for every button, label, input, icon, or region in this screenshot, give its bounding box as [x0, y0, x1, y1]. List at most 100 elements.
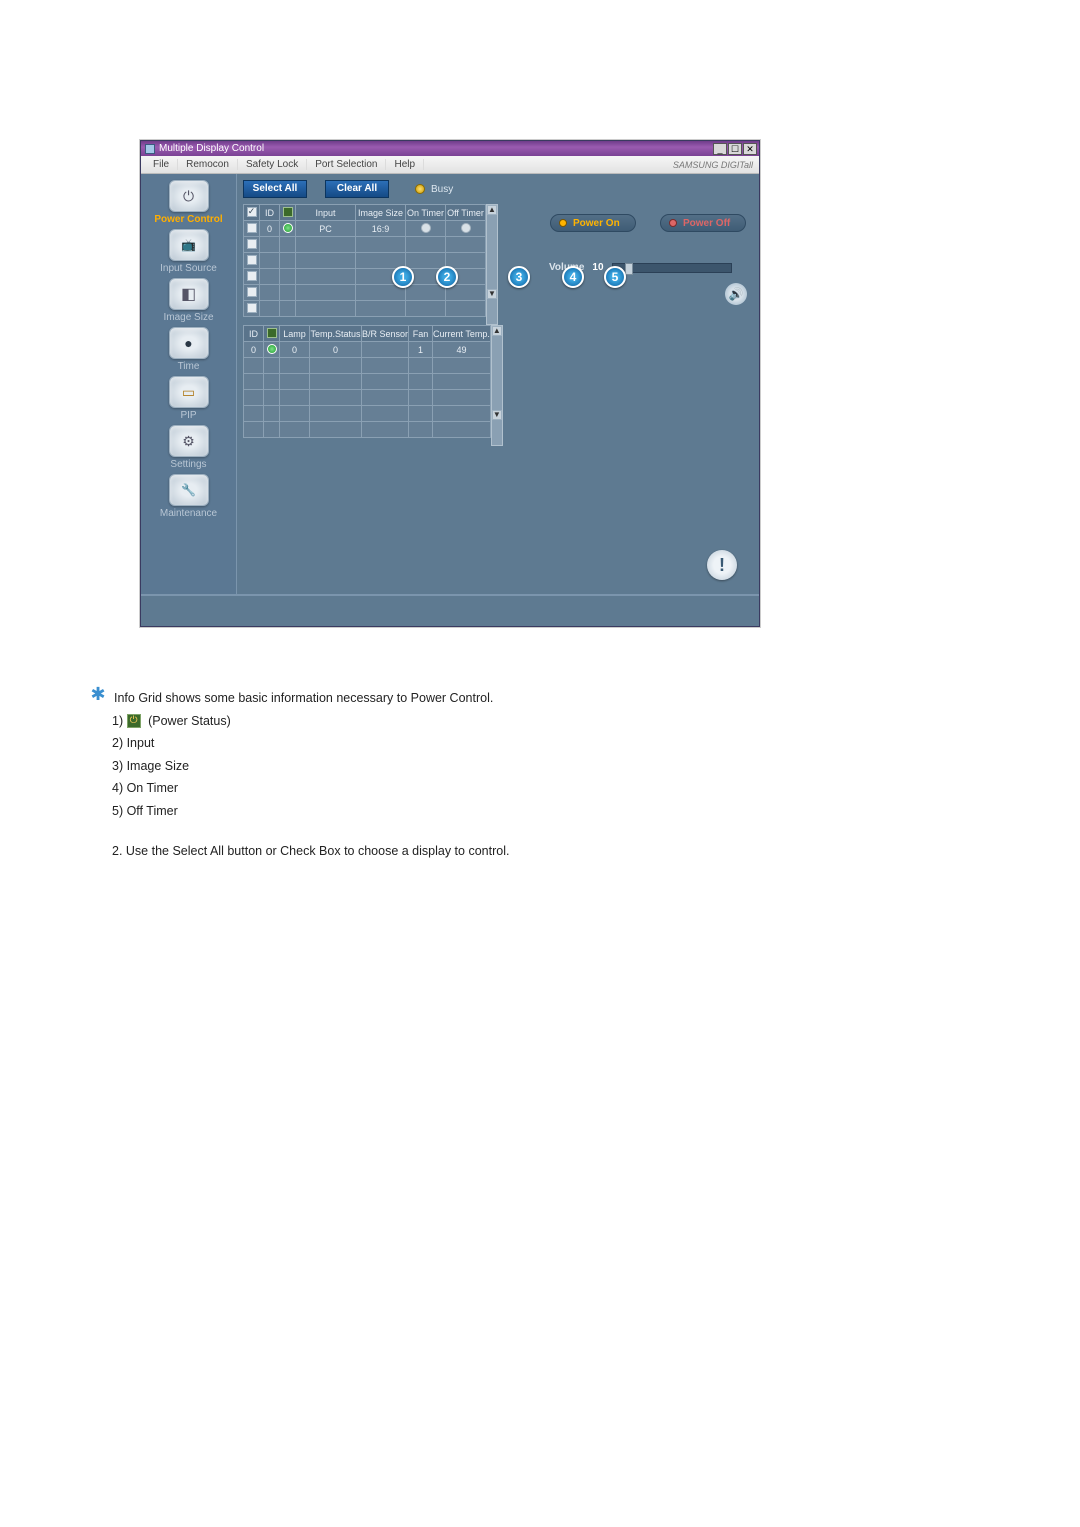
brand-label: SAMSUNG DIGITall [673, 160, 759, 170]
speaker-icon: 🔊 [729, 287, 744, 301]
menu-safety-lock[interactable]: Safety Lock [238, 159, 307, 170]
callout-1: 1 [392, 266, 414, 288]
menu-file[interactable]: File [145, 159, 178, 170]
description-block: ✱ Info Grid shows some basic information… [90, 687, 990, 863]
table-header-row: ID Input Image Size On Timer Off Timer [244, 205, 486, 221]
scrollbar[interactable]: ▲ ▼ [486, 204, 498, 325]
speaker-button[interactable]: 🔊 [725, 283, 747, 305]
sidebar-item-label: Input Source [147, 263, 231, 274]
list-1-prefix: 1) [112, 714, 123, 728]
volume-slider[interactable] [612, 263, 732, 273]
col-br-sensor: B/R Sensor [362, 326, 409, 342]
app-window: Multiple Display Control _ ☐ ✕ File Remo… [140, 140, 760, 627]
power-status-icon [283, 223, 293, 233]
clear-all-button[interactable]: Clear All [325, 180, 389, 198]
power-on-dot-icon [559, 219, 567, 227]
time-icon [169, 327, 209, 359]
row-checkbox[interactable] [247, 239, 257, 249]
sidebar-item-label: PIP [147, 410, 231, 421]
col-id: ID [244, 326, 264, 342]
power-off-label: Power Off [683, 218, 730, 229]
table-row[interactable] [244, 301, 486, 317]
info-grid-bottom: ID Lamp Temp.Status B/R Sensor Fan Curre… [243, 325, 491, 438]
scroll-up-button[interactable]: ▲ [492, 326, 502, 336]
window-title: Multiple Display Control [159, 143, 264, 154]
scroll-down-button[interactable]: ▼ [487, 289, 497, 299]
image-size-icon [169, 278, 209, 310]
sidebar-item-settings[interactable]: Settings [147, 425, 231, 470]
power-status-icon [267, 344, 277, 354]
on-timer-indicator [421, 223, 431, 233]
select-all-button[interactable]: Select All [243, 180, 307, 198]
scroll-up-button[interactable]: ▲ [487, 205, 497, 215]
row-checkbox[interactable] [247, 287, 257, 297]
sidebar-item-time[interactable]: Time [147, 327, 231, 372]
app-icon [145, 144, 155, 154]
sidebar-item-maintenance[interactable]: Maintenance [147, 474, 231, 519]
col-id: ID [260, 205, 280, 221]
power-on-button[interactable]: Power On [550, 214, 636, 232]
row-checkbox[interactable] [247, 255, 257, 265]
power-off-button[interactable]: Power Off [660, 214, 746, 232]
sidebar-item-label: Time [147, 361, 231, 372]
sidebar-item-power-control[interactable]: Power Control [147, 180, 231, 225]
table-row[interactable] [244, 358, 491, 374]
cell-id: 0 [260, 221, 280, 237]
col-image-size: Image Size [356, 205, 406, 221]
scroll-down-button[interactable]: ▼ [492, 410, 502, 420]
menu-port-selection[interactable]: Port Selection [307, 159, 386, 170]
row-checkbox[interactable] [247, 271, 257, 281]
table-row[interactable]: 0 PC 16:9 [244, 221, 486, 237]
sidebar-item-label: Settings [147, 459, 231, 470]
power-status-header-icon [283, 207, 293, 217]
sidebar-item-input-source[interactable]: Input Source [147, 229, 231, 274]
maximize-button[interactable]: ☐ [728, 143, 742, 155]
callout-numbers: 1 2 3 4 5 [392, 266, 626, 288]
table-row[interactable]: 0 0 0 1 49 [244, 342, 491, 358]
maintenance-icon [169, 474, 209, 506]
sidebar-item-label: Maintenance [147, 508, 231, 519]
off-timer-indicator [461, 223, 471, 233]
table-row[interactable] [244, 374, 491, 390]
col-input: Input [296, 205, 356, 221]
minimize-button[interactable]: _ [713, 143, 727, 155]
table-header-row: ID Lamp Temp.Status B/R Sensor Fan Curre… [244, 326, 491, 342]
busy-dot-icon [415, 184, 425, 194]
sidebar-item-pip[interactable]: PIP [147, 376, 231, 421]
pip-icon [169, 376, 209, 408]
callout-4: 4 [562, 266, 584, 288]
col-lamp: Lamp [280, 326, 310, 342]
table-row[interactable] [244, 237, 486, 253]
description-intro: Info Grid shows some basic information n… [114, 687, 493, 710]
menu-remocon[interactable]: Remocon [178, 159, 238, 170]
sidebar-item-label: Image Size [147, 312, 231, 323]
list-5: 5) Off Timer [112, 800, 990, 823]
cell-image-size: 16:9 [356, 221, 406, 237]
sidebar-item-label: Power Control [147, 214, 231, 225]
sidebar: Power Control Input Source Image Size Ti… [141, 174, 237, 594]
cell-temp-status: 0 [310, 342, 362, 358]
control-panel: Power On Power Off Volume 10 [537, 174, 759, 594]
table-row[interactable] [244, 406, 491, 422]
scrollbar[interactable]: ▲ ▼ [491, 325, 503, 446]
menubar: File Remocon Safety Lock Port Selection … [141, 156, 759, 174]
close-button[interactable]: ✕ [743, 143, 757, 155]
cell-current-temp: 49 [433, 342, 491, 358]
table-row[interactable] [244, 390, 491, 406]
table-row[interactable] [244, 422, 491, 438]
list-1-text: (Power Status) [148, 714, 231, 728]
header-checkbox[interactable] [247, 207, 257, 217]
power-status-header-icon [267, 328, 277, 338]
callout-5: 5 [604, 266, 626, 288]
row-checkbox[interactable] [247, 303, 257, 313]
menu-help[interactable]: Help [386, 159, 424, 170]
sidebar-item-image-size[interactable]: Image Size [147, 278, 231, 323]
list-2: 2) Input [112, 732, 990, 755]
cell-input: PC [296, 221, 356, 237]
cell-fan: 1 [409, 342, 433, 358]
main-area: Select All Clear All Busy ID [237, 174, 759, 594]
description-line-2: 2. Use the Select All button or Check Bo… [112, 840, 990, 863]
busy-indicator: Busy [415, 184, 453, 195]
row-checkbox[interactable] [247, 223, 257, 233]
grids-area: Select All Clear All Busy ID [237, 174, 537, 594]
